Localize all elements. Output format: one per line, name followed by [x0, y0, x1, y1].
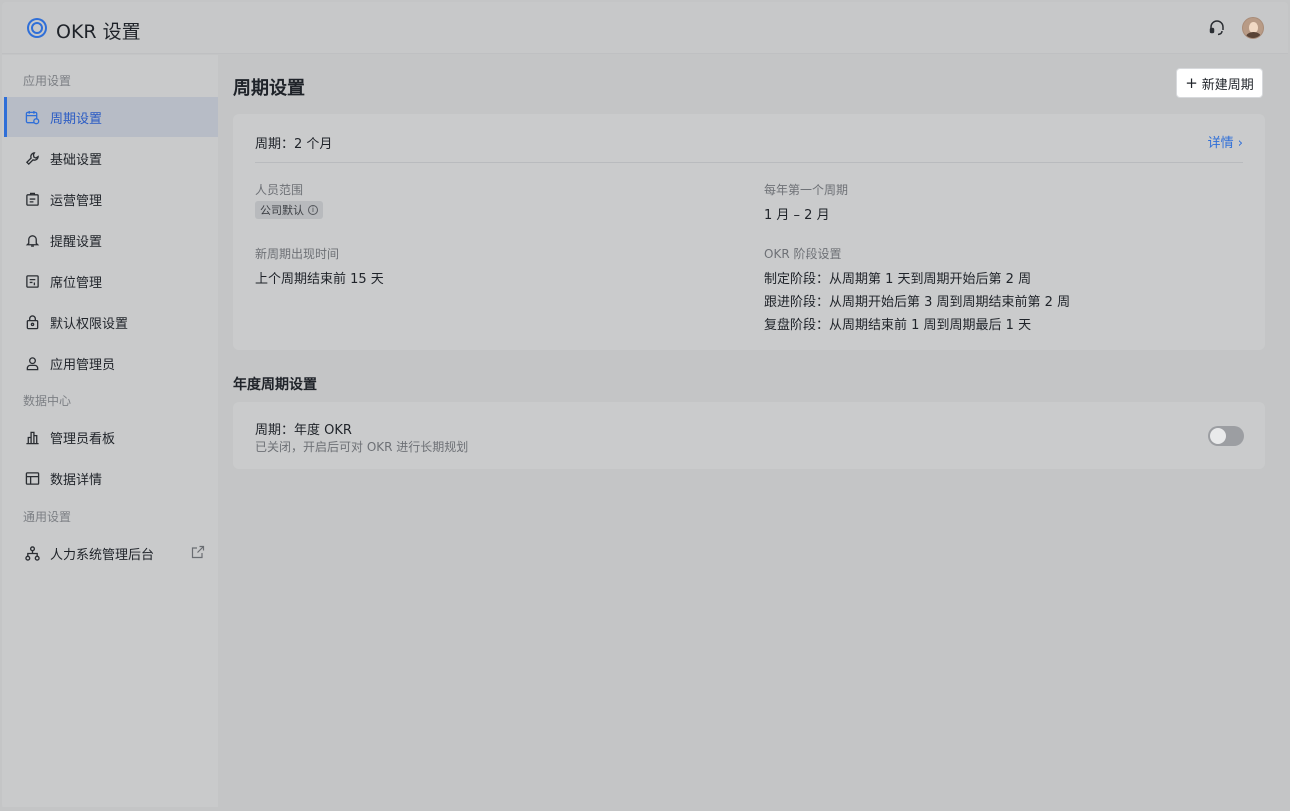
sidebar: 应用设置 周期设置 基础设置 运营管理 提醒设置 席位管理 默认权限设置 应用管…: [2, 55, 218, 807]
calendar-settings-icon: [24, 109, 40, 125]
first-cycle-value: 1 月 – 2 月: [764, 208, 830, 223]
sidebar-item-label: 席位管理: [50, 275, 103, 291]
sidebar-item-reminders[interactable]: 提醒设置: [4, 220, 218, 260]
sidebar-item-label: 管理员看板: [50, 431, 116, 447]
sidebar-item-operations[interactable]: 运营管理: [4, 179, 218, 219]
sidebar-section-app-settings: 应用设置: [23, 74, 72, 88]
scope-label: 人员范围: [255, 183, 304, 197]
sidebar-item-label: 基础设置: [50, 152, 103, 168]
okr-logo-icon: [27, 18, 47, 38]
divider: [255, 162, 1243, 163]
annual-okr-toggle[interactable]: [1208, 426, 1244, 446]
sidebar-item-basic-settings[interactable]: 基础设置: [4, 138, 218, 178]
sidebar-item-label: 人力系统管理后台: [50, 547, 155, 563]
chevron-right-icon: ›: [1237, 136, 1243, 151]
new-cycle-button-label: 新建周期: [1201, 77, 1254, 93]
detail-link-label: 详情: [1207, 136, 1234, 151]
app-window: OKR 设置 应用设置 周期设置 基础设置 运营管理 提醒设置 席位管理 默认权…: [2, 2, 1288, 809]
stage-settings-label: OKR 阶段设置: [764, 247, 842, 261]
sidebar-item-seats[interactable]: 席位管理: [4, 261, 218, 301]
detail-link[interactable]: 详情 ›: [1208, 132, 1243, 151]
new-cycle-button[interactable]: + 新建周期: [1176, 68, 1263, 98]
bell-icon: [24, 232, 40, 248]
user-icon: [24, 355, 40, 371]
sidebar-section-general: 通用设置: [23, 510, 72, 524]
info-icon[interactable]: i: [308, 205, 318, 215]
headset-icon[interactable]: [1208, 19, 1226, 37]
stage-line: 制定阶段：从周期第 1 天到周期开始后第 2 周: [764, 272, 1032, 287]
cycle-card: 周期：2 个月 详情 › 人员范围 公司默认 i 每年第一个周期 1 月 – 2…: [233, 114, 1265, 350]
sidebar-item-hr-admin[interactable]: 人力系统管理后台: [4, 533, 218, 573]
scope-tag-label: 公司默认: [260, 204, 304, 217]
org-chart-icon: [24, 545, 40, 561]
sidebar-item-label: 提醒设置: [50, 234, 103, 250]
new-cycle-time-value: 上个周期结束前 15 天: [255, 272, 384, 287]
lock-icon: [24, 314, 40, 330]
plus-icon: +: [1185, 74, 1198, 92]
external-link-icon[interactable]: [191, 545, 205, 559]
sidebar-item-admin-dashboard[interactable]: 管理员看板: [4, 417, 218, 457]
sidebar-item-default-permissions[interactable]: 默认权限设置: [4, 302, 218, 342]
annual-cycle-description: 已关闭，开启后可对 OKR 进行长期规划: [255, 440, 469, 454]
user-avatar[interactable]: [1242, 17, 1264, 39]
sidebar-item-label: 默认权限设置: [50, 316, 129, 332]
page-title: 周期设置: [233, 78, 305, 99]
bar-chart-icon: [24, 429, 40, 445]
annual-section-title: 年度周期设置: [233, 377, 317, 393]
sidebar-item-data-details[interactable]: 数据详情: [4, 458, 218, 498]
operations-icon: [24, 191, 40, 207]
stage-line: 复盘阶段：从周期结束前 1 周到周期最后 1 天: [764, 318, 1032, 333]
sidebar-item-label: 运营管理: [50, 193, 103, 209]
sidebar-item-label: 应用管理员: [50, 357, 116, 373]
sidebar-item-label: 周期设置: [50, 111, 103, 127]
wrench-icon: [24, 150, 40, 166]
top-bar: OKR 设置: [2, 2, 1288, 54]
app-title: OKR 设置: [56, 21, 141, 43]
cycle-heading: 周期：2 个月: [255, 137, 333, 152]
new-cycle-time-label: 新周期出现时间: [255, 247, 340, 261]
annual-cycle-card: 周期：年度 OKR 已关闭，开启后可对 OKR 进行长期规划: [233, 402, 1265, 469]
sidebar-item-app-admins[interactable]: 应用管理员: [4, 343, 218, 383]
seat-icon: [24, 273, 40, 289]
annual-cycle-title: 周期：年度 OKR: [255, 423, 352, 438]
sidebar-section-data-center: 数据中心: [23, 394, 72, 408]
table-icon: [24, 470, 40, 486]
sidebar-item-label: 数据详情: [50, 472, 103, 488]
scope-tag: 公司默认 i: [255, 201, 323, 219]
stage-line: 跟进阶段：从周期开始后第 3 周到周期结束前第 2 周: [764, 295, 1071, 310]
first-cycle-label: 每年第一个周期: [764, 183, 849, 197]
sidebar-item-cycle-settings[interactable]: 周期设置: [4, 97, 218, 137]
